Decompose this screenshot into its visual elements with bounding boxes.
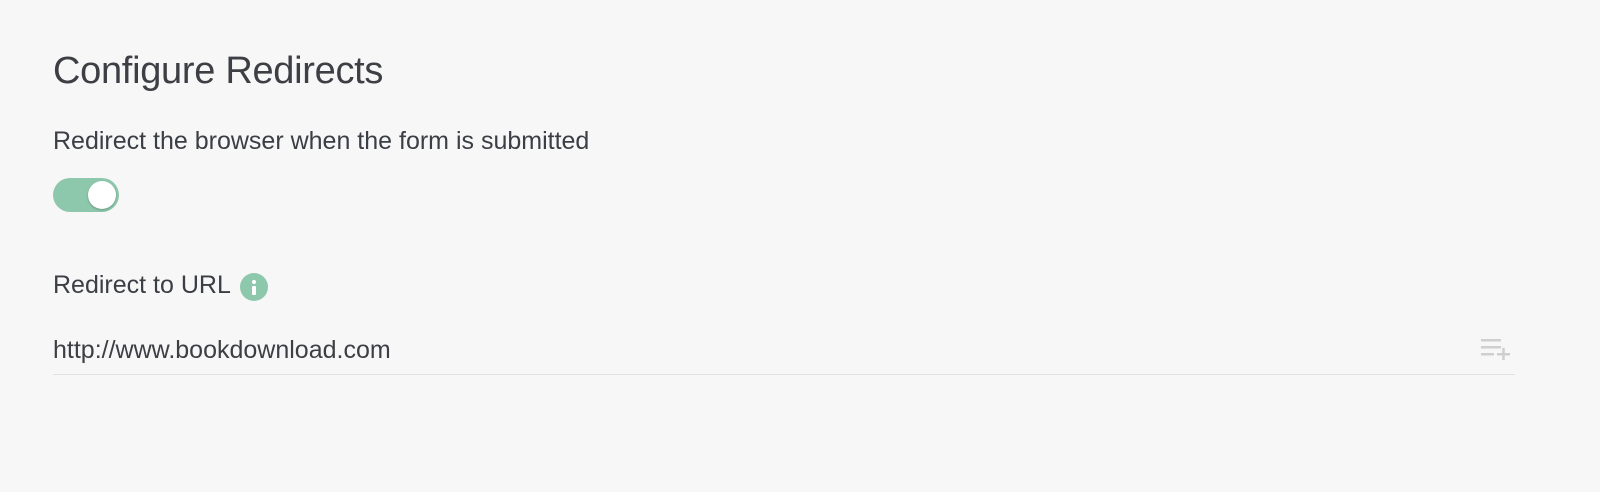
info-icon-dot — [251, 280, 256, 284]
redirect-url-field — [53, 328, 1515, 375]
insert-variable-icon[interactable] — [1481, 338, 1511, 360]
redirect-url-label: Redirect to URL — [53, 270, 231, 299]
page-title: Configure Redirects — [53, 50, 384, 92]
info-icon[interactable] — [239, 273, 268, 301]
redirect-url-input[interactable] — [53, 328, 1453, 372]
info-icon-stem — [251, 286, 256, 295]
redirect-url-label-row: Redirect to URL — [53, 269, 268, 301]
toggle-knob — [88, 181, 116, 209]
redirect-toggle-label: Redirect the browser when the form is su… — [53, 127, 590, 155]
redirect-toggle[interactable] — [53, 178, 119, 212]
